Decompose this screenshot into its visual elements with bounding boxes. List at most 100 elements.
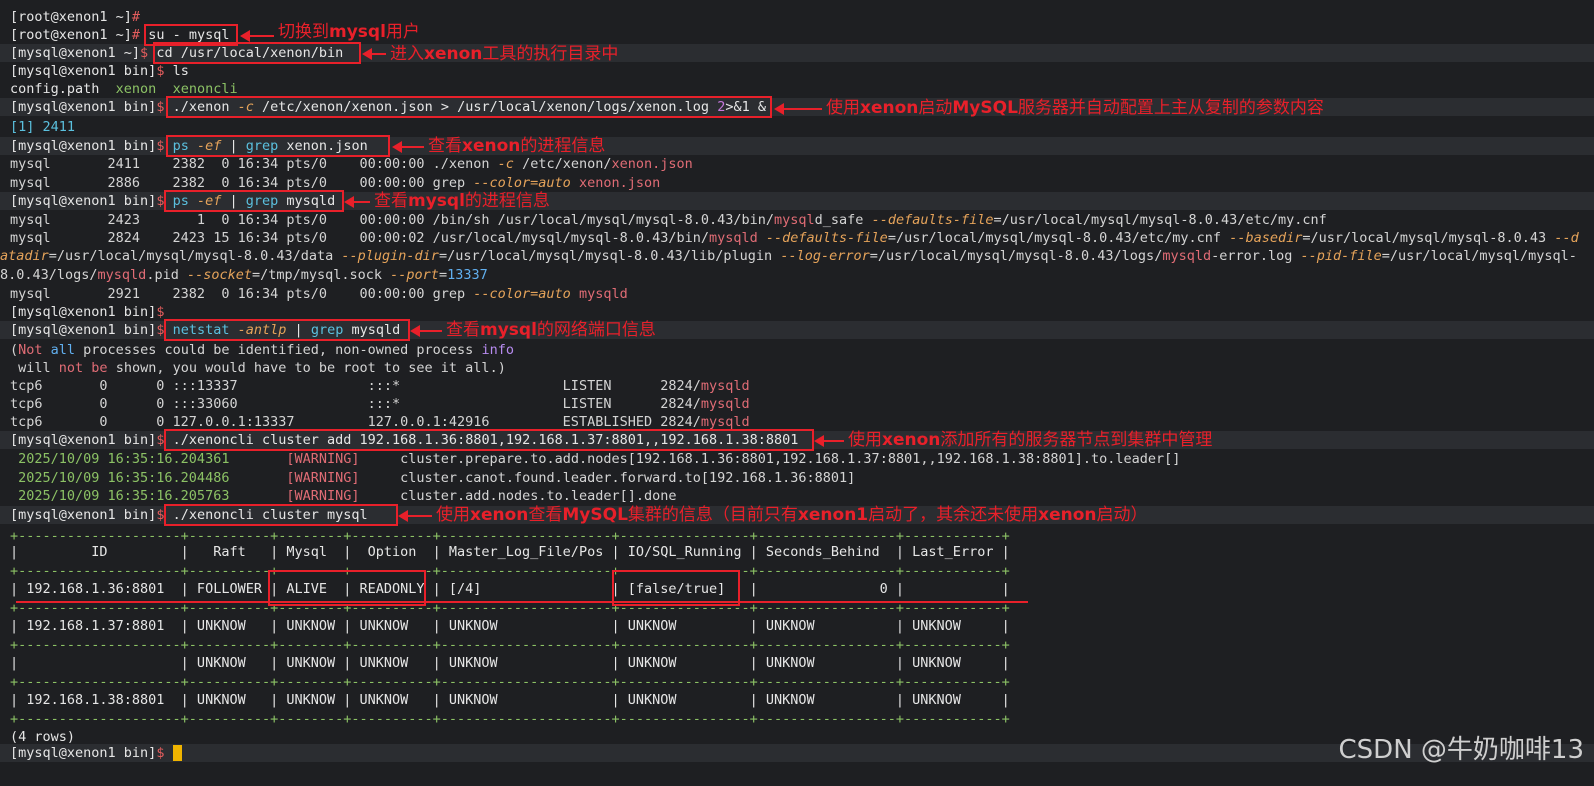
highlight-box <box>166 135 390 157</box>
output-text: processes could be identified, non-owned… <box>75 342 482 358</box>
command-flag: atadir <box>0 248 49 264</box>
arrow-icon <box>344 196 370 208</box>
log-timestamp: 2025/10/09 16:35:16.204361 <box>10 451 230 467</box>
command-flag: -c <box>497 156 514 172</box>
highlight: xenon.json <box>570 175 661 191</box>
process-row: mysql 2921 2382 0 16:34 pts/0 00:00:00 g… <box>10 286 474 302</box>
highlight: mysqld <box>700 378 750 394</box>
annotation-note: 查看mysql的网络端口信息 <box>446 320 656 340</box>
prompt: [mysql@xenon1 bin] <box>10 99 157 115</box>
process-row: mysql 2411 2382 0 16:34 pts/0 00:00:00 .… <box>10 156 498 172</box>
highlight: mysql <box>774 212 815 228</box>
highlight: mysqld <box>700 396 750 412</box>
output-text: info <box>481 342 514 358</box>
prompt-symbol: # <box>131 27 141 43</box>
arrow-icon <box>398 510 432 522</box>
log-timestamp: 2025/10/09 16:35:16.205763 <box>10 488 230 504</box>
prompt: [mysql@xenon1 bin] <box>10 507 157 523</box>
command-flag: --port <box>390 267 439 283</box>
table-border: +--------------------+----------+-------… <box>10 674 1010 690</box>
highlight-box <box>166 96 772 118</box>
command-flag: --socket <box>186 267 252 283</box>
process-row: mysql 2824 2423 15 16:34 pts/0 00:00:02 … <box>10 230 709 246</box>
highlight-box <box>164 429 814 451</box>
process-row: =/usr/local/mysql/mysql- <box>1381 248 1577 264</box>
prompt-symbol: # <box>131 9 141 25</box>
file-name: xenon <box>115 81 157 97</box>
annotation-note: 切换到mysql用户 <box>278 22 420 42</box>
log-line: 2025/10/09 16:35:16.204361 [WARNING] clu… <box>10 450 1180 468</box>
highlight: mysqld <box>700 414 750 430</box>
prompt: [root@xenon1 ~] <box>10 9 132 25</box>
log-level: [WARNING] <box>286 470 360 486</box>
command-flag: --defaults-file <box>757 230 888 246</box>
log-timestamp: 2025/10/09 16:35:16.204486 <box>10 470 230 486</box>
process-row: /etc/xenon/ <box>513 156 612 172</box>
process-row: =/usr/local/mysql/mysql-8.0.43/etc/my.cn… <box>993 212 1327 228</box>
process-row: mysql 2423 1 0 16:34 pts/0 00:00:00 /bin… <box>10 212 775 228</box>
prompt-symbol: $ <box>156 745 165 761</box>
process-row: = <box>438 267 448 283</box>
table-row: | | UNKNOW | UNKNOW | UNKNOW | UNKNOW | … <box>10 655 1010 671</box>
terminal-line: will not be shown, you would have to be … <box>10 359 506 377</box>
annotation-note: 使用xenon启动MySQL服务器并自动配置上主从复制的参数内容 <box>826 98 1324 118</box>
output-text: ( <box>10 342 19 358</box>
terminal-line: tcp6 0 0 :::33060 :::* LISTEN 2824/mysql… <box>10 395 750 413</box>
arrow-icon <box>240 30 274 42</box>
terminal-line: mysql 2824 2423 15 16:34 pts/0 00:00:02 … <box>10 229 1579 247</box>
output-text: shown, you would have to be root to see … <box>107 360 506 376</box>
log-message: cluster.canot.found.leader.forward.to[19… <box>400 470 856 486</box>
netstat-row: tcp6 0 0 :::33060 :::* LISTEN 2824/ <box>10 396 701 412</box>
prompt-symbol: $ <box>156 99 165 115</box>
file-name: config.path <box>10 81 100 97</box>
process-row: =/usr/local/mysql/mysql-8.0.43/lib/plugi… <box>438 248 781 264</box>
prompt-symbol: $ <box>156 63 165 79</box>
terminal-line: [mysql@xenon1 bin]$ ls <box>10 62 189 80</box>
job-id: [1] 2411 <box>10 119 76 135</box>
netstat-row: tcp6 0 0 :::13337 :::* LISTEN 2824/ <box>10 378 701 394</box>
terminal-line: [mysql@xenon1 bin]$ <box>10 744 182 762</box>
prompt: [mysql@xenon1 bin] <box>10 432 157 448</box>
process-row: .pid <box>146 267 187 283</box>
prompt: [mysql@xenon1 bin] <box>10 322 157 338</box>
terminal-line: [mysql@xenon1 bin]$ <box>10 303 164 321</box>
terminal-line: [1] 2411 <box>10 118 75 136</box>
highlight: mysqld <box>97 267 147 283</box>
prompt: [mysql@xenon1 bin] <box>10 745 157 761</box>
port-number: 13337 <box>447 267 488 283</box>
cursor[interactable] <box>172 745 182 761</box>
file-name: xenoncli <box>172 81 238 97</box>
watermark: CSDN @牛奶咖啡13 <box>1338 735 1584 765</box>
log-message: cluster.add.nodes.to.leader[].done <box>400 488 677 504</box>
arrow-icon <box>362 48 386 60</box>
prompt-symbol: $ <box>140 45 149 61</box>
highlight: Not <box>18 342 43 358</box>
table-border: +--------------------+----------+-------… <box>10 637 1010 653</box>
prompt: [mysql@xenon1 ~] <box>10 45 141 61</box>
command-flag: --d <box>1554 230 1579 246</box>
command-flag: --log-error <box>780 248 870 264</box>
highlight: mysqld <box>570 286 628 302</box>
highlight-box <box>164 190 344 212</box>
prompt: [root@xenon1 ~] <box>10 27 132 43</box>
prompt: [mysql@xenon1 bin] <box>10 63 157 79</box>
annotation-note: 使用xenon查看MySQL集群的信息（目前只有xenon1启动了，其余还未使用… <box>436 505 1148 525</box>
command-flag: --pid-file <box>1300 248 1382 264</box>
command-flag: --defaults-file <box>871 212 994 228</box>
process-row: =/usr/local/mysql/mysql-8.0.43/logs/ <box>869 248 1163 264</box>
terminal-line: mysql 2411 2382 0 16:34 pts/0 00:00:00 .… <box>10 155 693 173</box>
annotation-note: 查看xenon的进程信息 <box>428 136 606 156</box>
arrow-icon <box>774 103 822 115</box>
process-row: mysql 2886 2382 0 16:34 pts/0 00:00:00 g… <box>10 175 474 191</box>
process-row: d_safe <box>814 212 872 228</box>
log-level: [WARNING] <box>286 451 360 467</box>
terminal-line: (Not all processes could be identified, … <box>10 341 514 359</box>
prompt: [mysql@xenon1 bin] <box>10 304 157 320</box>
prompt: [mysql@xenon1 bin] <box>10 193 157 209</box>
terminal-line: atadir=/usr/local/mysql/mysql-8.0.43/dat… <box>0 247 1577 265</box>
command-flag: --basedir <box>1229 230 1303 246</box>
output-text: all <box>42 342 76 358</box>
arrow-icon <box>392 141 424 153</box>
command-ls: ls <box>172 63 189 79</box>
command-flag: --plugin-dir <box>341 248 439 264</box>
